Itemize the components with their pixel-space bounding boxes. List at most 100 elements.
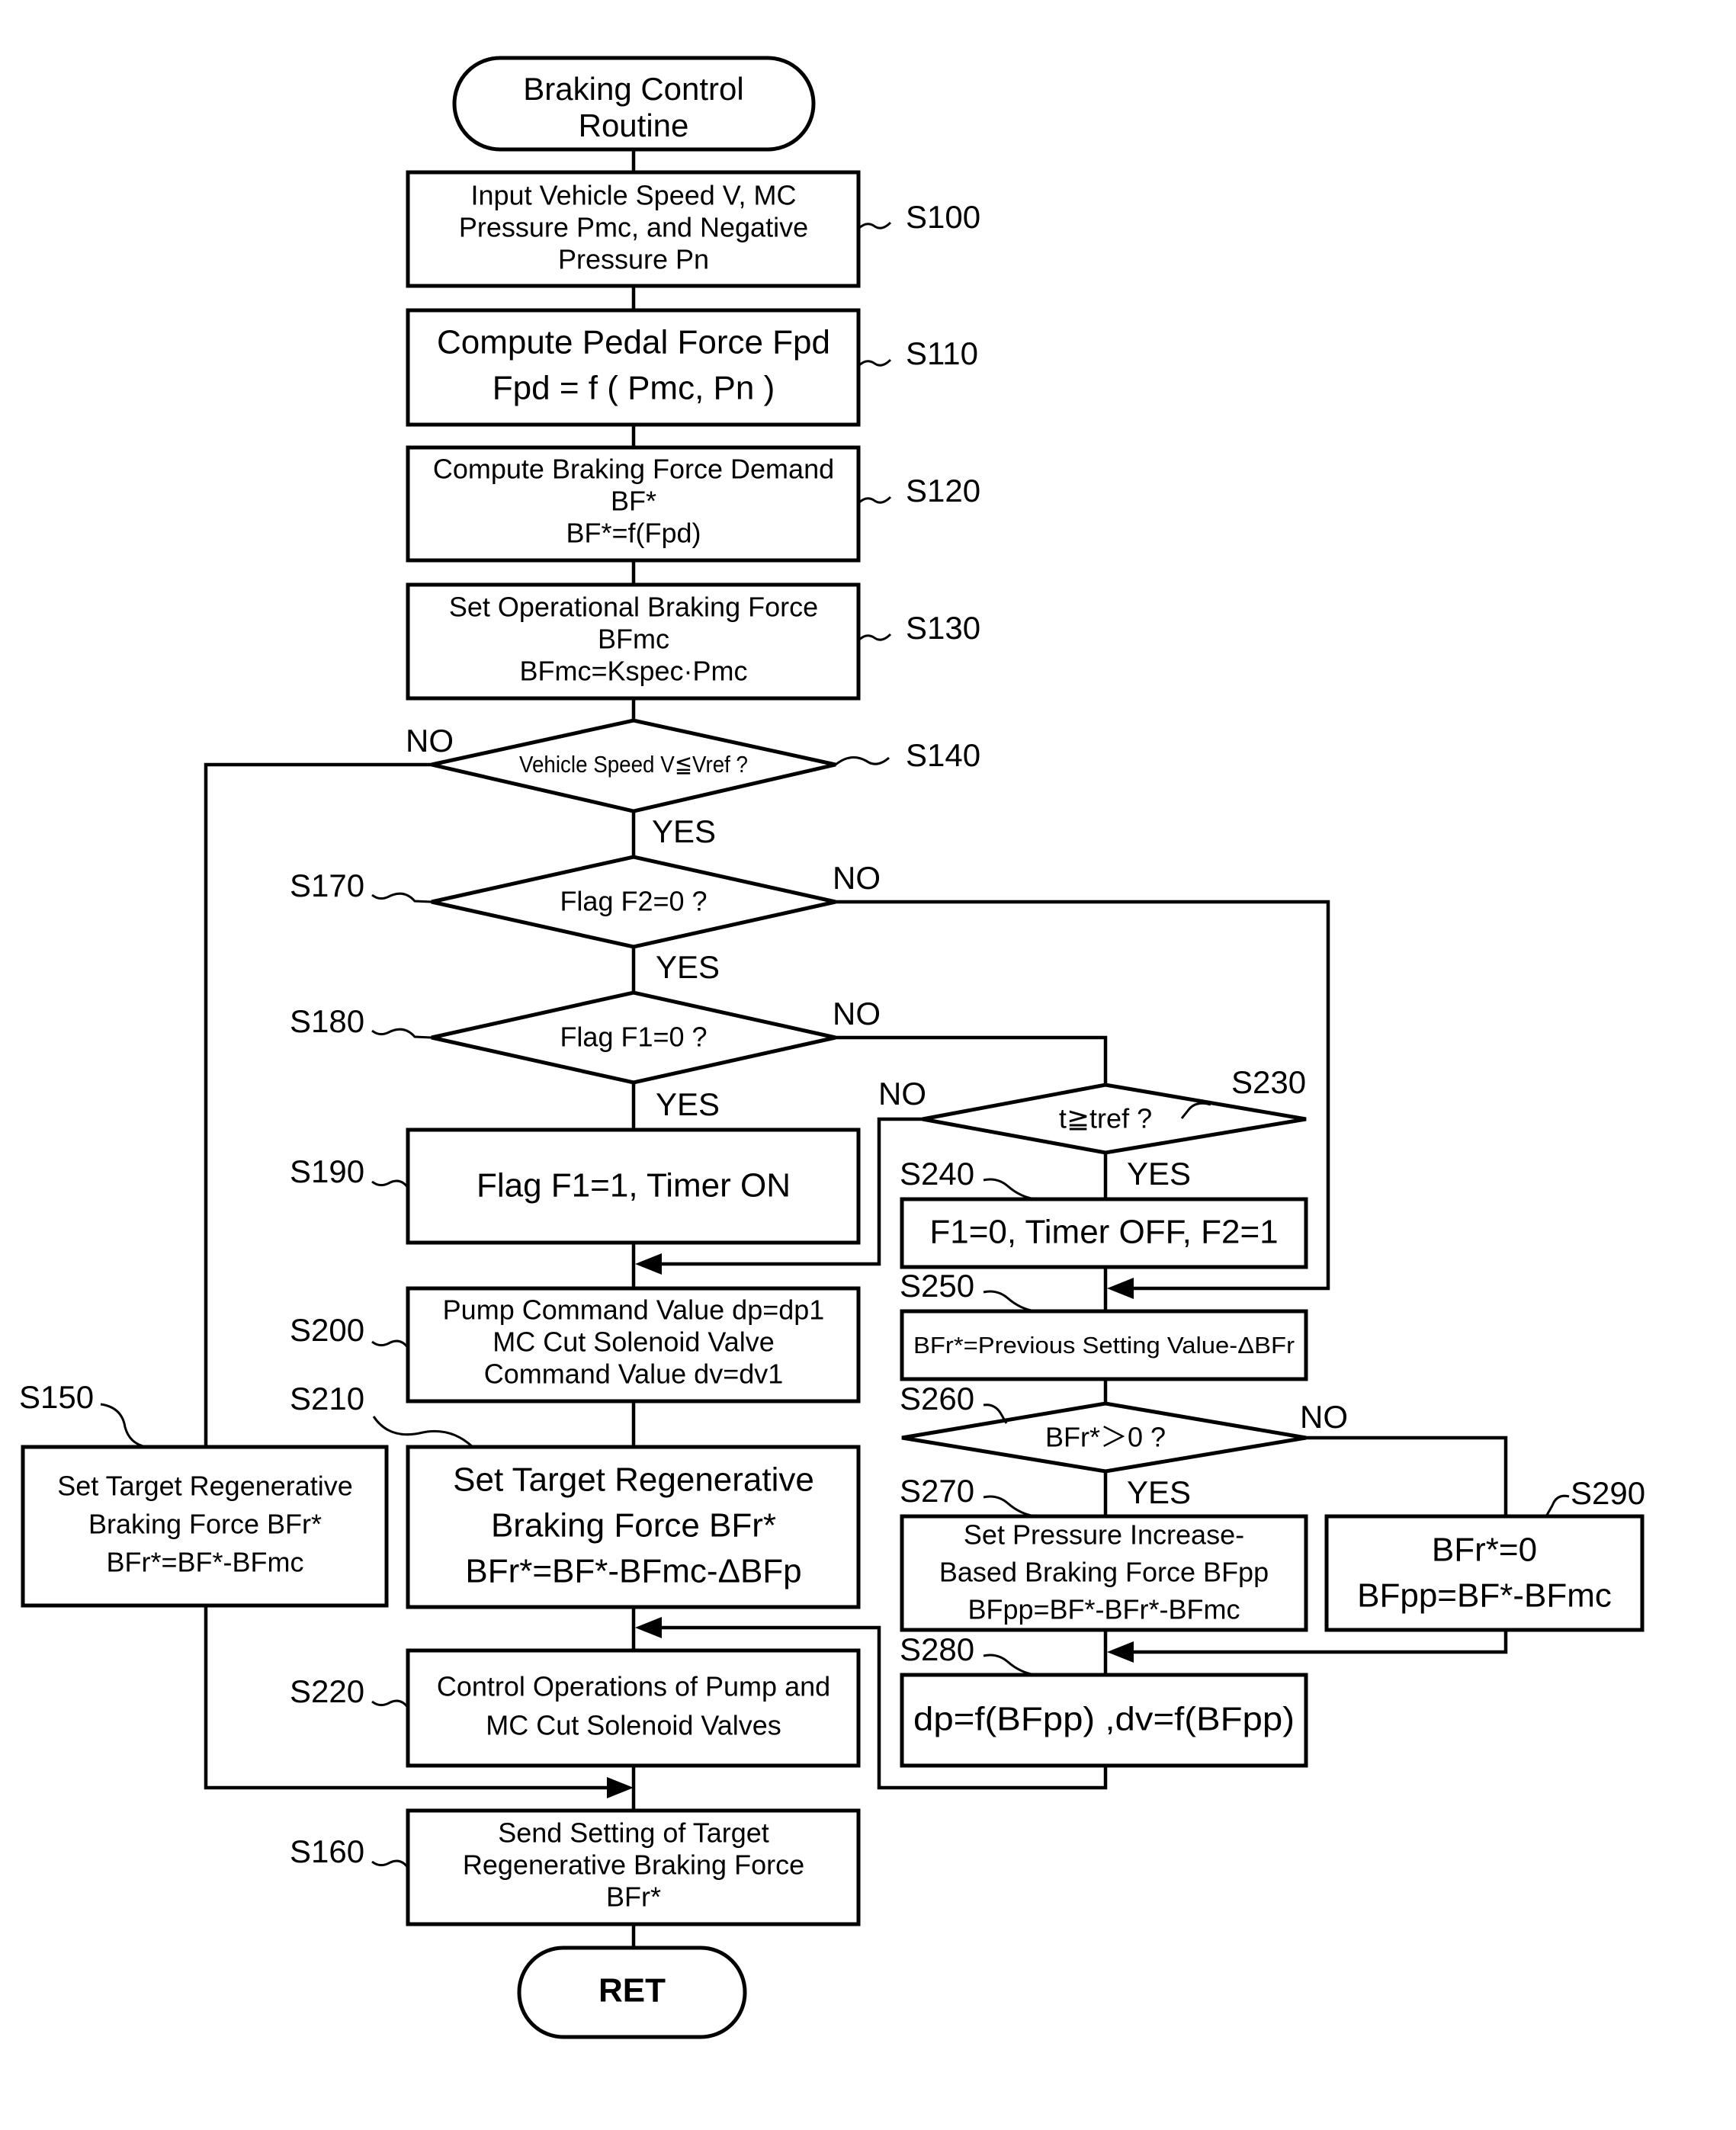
step-text: BF*	[611, 486, 656, 517]
step-s150: Set Target Regenerative Braking Force BF…	[21, 1445, 389, 1608]
arrow-into-s250	[1107, 1278, 1134, 1299]
arrow-into-s200	[635, 1253, 662, 1275]
step-text: Based Braking Force BFpp	[939, 1557, 1269, 1588]
step-text: BFr*	[606, 1881, 661, 1913]
process-box	[406, 1648, 861, 1768]
leader-s250	[983, 1290, 1036, 1313]
leader-s210	[372, 1416, 474, 1448]
step-text: BFpp=BF*-BFmc	[1357, 1577, 1612, 1615]
leader-s110	[857, 358, 892, 367]
step-id-s170: S170	[290, 868, 364, 903]
decision-s140: Vehicle Speed V≦Vref ? NO YES	[406, 718, 836, 849]
step-text: Pressure Pn	[558, 244, 709, 275]
step-s270: Set Pressure Increase- Based Braking For…	[900, 1514, 1308, 1632]
yes-label: YES	[652, 813, 716, 849]
leader-s280	[983, 1654, 1036, 1676]
step-text: Regenerative Braking Force	[463, 1849, 804, 1881]
step-text: dp=f(BFpp) ,dv=f(BFpp)	[913, 1701, 1295, 1738]
no-label: NO	[878, 1076, 926, 1112]
leader-s240	[983, 1178, 1036, 1201]
step-id-s180: S180	[290, 1003, 364, 1039]
step-id-s110: S110	[906, 335, 978, 371]
no-label: NO	[406, 723, 454, 759]
step-id-s210: S210	[290, 1381, 364, 1416]
leader-s150	[100, 1403, 147, 1448]
step-s200: Pump Command Value dp=dp1 MC Cut Solenoi…	[406, 1286, 861, 1403]
step-s210: Set Target Regenerative Braking Force BF…	[406, 1445, 861, 1609]
step-text: BFmc=Kspec·Pmc	[519, 656, 747, 687]
step-s160: Send Setting of Target Regenerative Brak…	[406, 1808, 861, 1926]
step-id-s230: S230	[1231, 1064, 1306, 1100]
step-id-s220: S220	[290, 1673, 364, 1709]
step-text: Set Pressure Increase-	[964, 1519, 1244, 1551]
step-text: Flag F1=1, Timer ON	[477, 1167, 791, 1205]
connector-s180-no-s230	[836, 1035, 1108, 1085]
step-text: Set Operational Braking Force	[449, 592, 818, 623]
decision-question: Vehicle Speed V≦Vref ?	[519, 751, 748, 778]
step-text: BFr*=BF*-BFmc	[106, 1547, 303, 1578]
step-id-s160: S160	[290, 1833, 364, 1869]
step-text: Input Vehicle Speed V, MC	[471, 180, 797, 211]
step-text: Send Setting of Target	[498, 1817, 769, 1849]
step-text: BFr*=0	[1432, 1532, 1537, 1569]
step-text: Pump Command Value dp=dp1	[443, 1294, 825, 1326]
leader-s200	[371, 1339, 409, 1349]
step-id-s280: S280	[900, 1631, 974, 1667]
step-id-s120: S120	[906, 473, 980, 508]
step-text: Compute Pedal Force Fpd	[437, 324, 830, 361]
step-text: BF*=f(Fpd)	[566, 518, 701, 549]
decision-s180: Flag F1=0 ? NO YES	[431, 990, 881, 1122]
decision-s170: Flag F2=0 ? NO YES	[431, 855, 881, 985]
start-terminal: Braking Control Routine	[452, 56, 816, 152]
connector-s260-no-s290	[1306, 1436, 1508, 1516]
step-id-s100: S100	[906, 199, 980, 235]
leader-s190	[371, 1179, 409, 1189]
yes-label: YES	[1127, 1474, 1191, 1510]
step-id-s200: S200	[290, 1312, 364, 1348]
no-label: NO	[833, 860, 881, 896]
no-label: NO	[833, 996, 881, 1031]
yes-label: YES	[656, 949, 720, 985]
leader-s290	[1545, 1494, 1570, 1517]
leader-s220	[371, 1699, 409, 1708]
decision-question: Flag F2=0 ?	[560, 886, 707, 917]
step-text: BFr*=BF*-BFmc-ΔBFp	[465, 1553, 801, 1590]
step-s220: Control Operations of Pump and MC Cut So…	[406, 1648, 861, 1768]
step-text: Set Target Regenerative	[57, 1471, 353, 1502]
step-s130: Set Operational Braking Force BFmc BFmc=…	[406, 582, 861, 701]
leader-s170	[371, 892, 432, 903]
step-text: Braking Force BFr*	[491, 1507, 776, 1545]
step-text: MC Cut Solenoid Valve	[493, 1326, 775, 1358]
step-text: F1=0, Timer OFF, F2=1	[929, 1214, 1278, 1251]
step-text: Braking Force BFr*	[88, 1509, 322, 1540]
yes-label: YES	[1127, 1156, 1191, 1192]
step-id-s140: S140	[906, 737, 980, 773]
step-id-s290: S290	[1571, 1475, 1645, 1511]
step-text: Compute Braking Force Demand	[433, 454, 834, 485]
step-text: Control Operations of Pump and	[437, 1671, 830, 1702]
leader-s180	[371, 1028, 432, 1039]
step-id-s270: S270	[900, 1473, 974, 1509]
step-s190: Flag F1=1, Timer ON	[406, 1128, 861, 1245]
decision-question: Flag F1=0 ?	[560, 1022, 707, 1053]
yes-label: YES	[656, 1086, 720, 1122]
decision-question: t≧tref ?	[1059, 1103, 1152, 1134]
step-s110: Compute Pedal Force Fpd Fpd = f ( Pmc, P…	[406, 308, 861, 427]
step-text: Fpd = f ( Pmc, Pn )	[493, 370, 775, 407]
end-terminal: RET	[517, 1946, 747, 2039]
no-label: NO	[1300, 1399, 1348, 1435]
start-line-1: Braking Control	[523, 71, 743, 107]
leader-s130	[857, 633, 892, 642]
step-s100: Input Vehicle Speed V, MC Pressure Pmc, …	[406, 170, 861, 288]
step-s250: BFr*=Previous Setting Value-ΔBFr	[900, 1309, 1308, 1381]
step-id-s250: S250	[900, 1268, 974, 1304]
connector-s290-s280	[1118, 1630, 1508, 1654]
braking-control-flowchart: Braking Control Routine RET Input Vehicl…	[19, 56, 1645, 2039]
arrow-into-s220	[635, 1617, 662, 1638]
step-s240: F1=0, Timer OFF, F2=1	[900, 1197, 1308, 1269]
ret-label: RET	[598, 1972, 666, 2010]
leader-s140	[835, 756, 890, 766]
start-line-2: Routine	[579, 107, 689, 143]
step-text: Pressure Pmc, and Negative	[459, 212, 808, 243]
leader-s100	[857, 221, 892, 230]
